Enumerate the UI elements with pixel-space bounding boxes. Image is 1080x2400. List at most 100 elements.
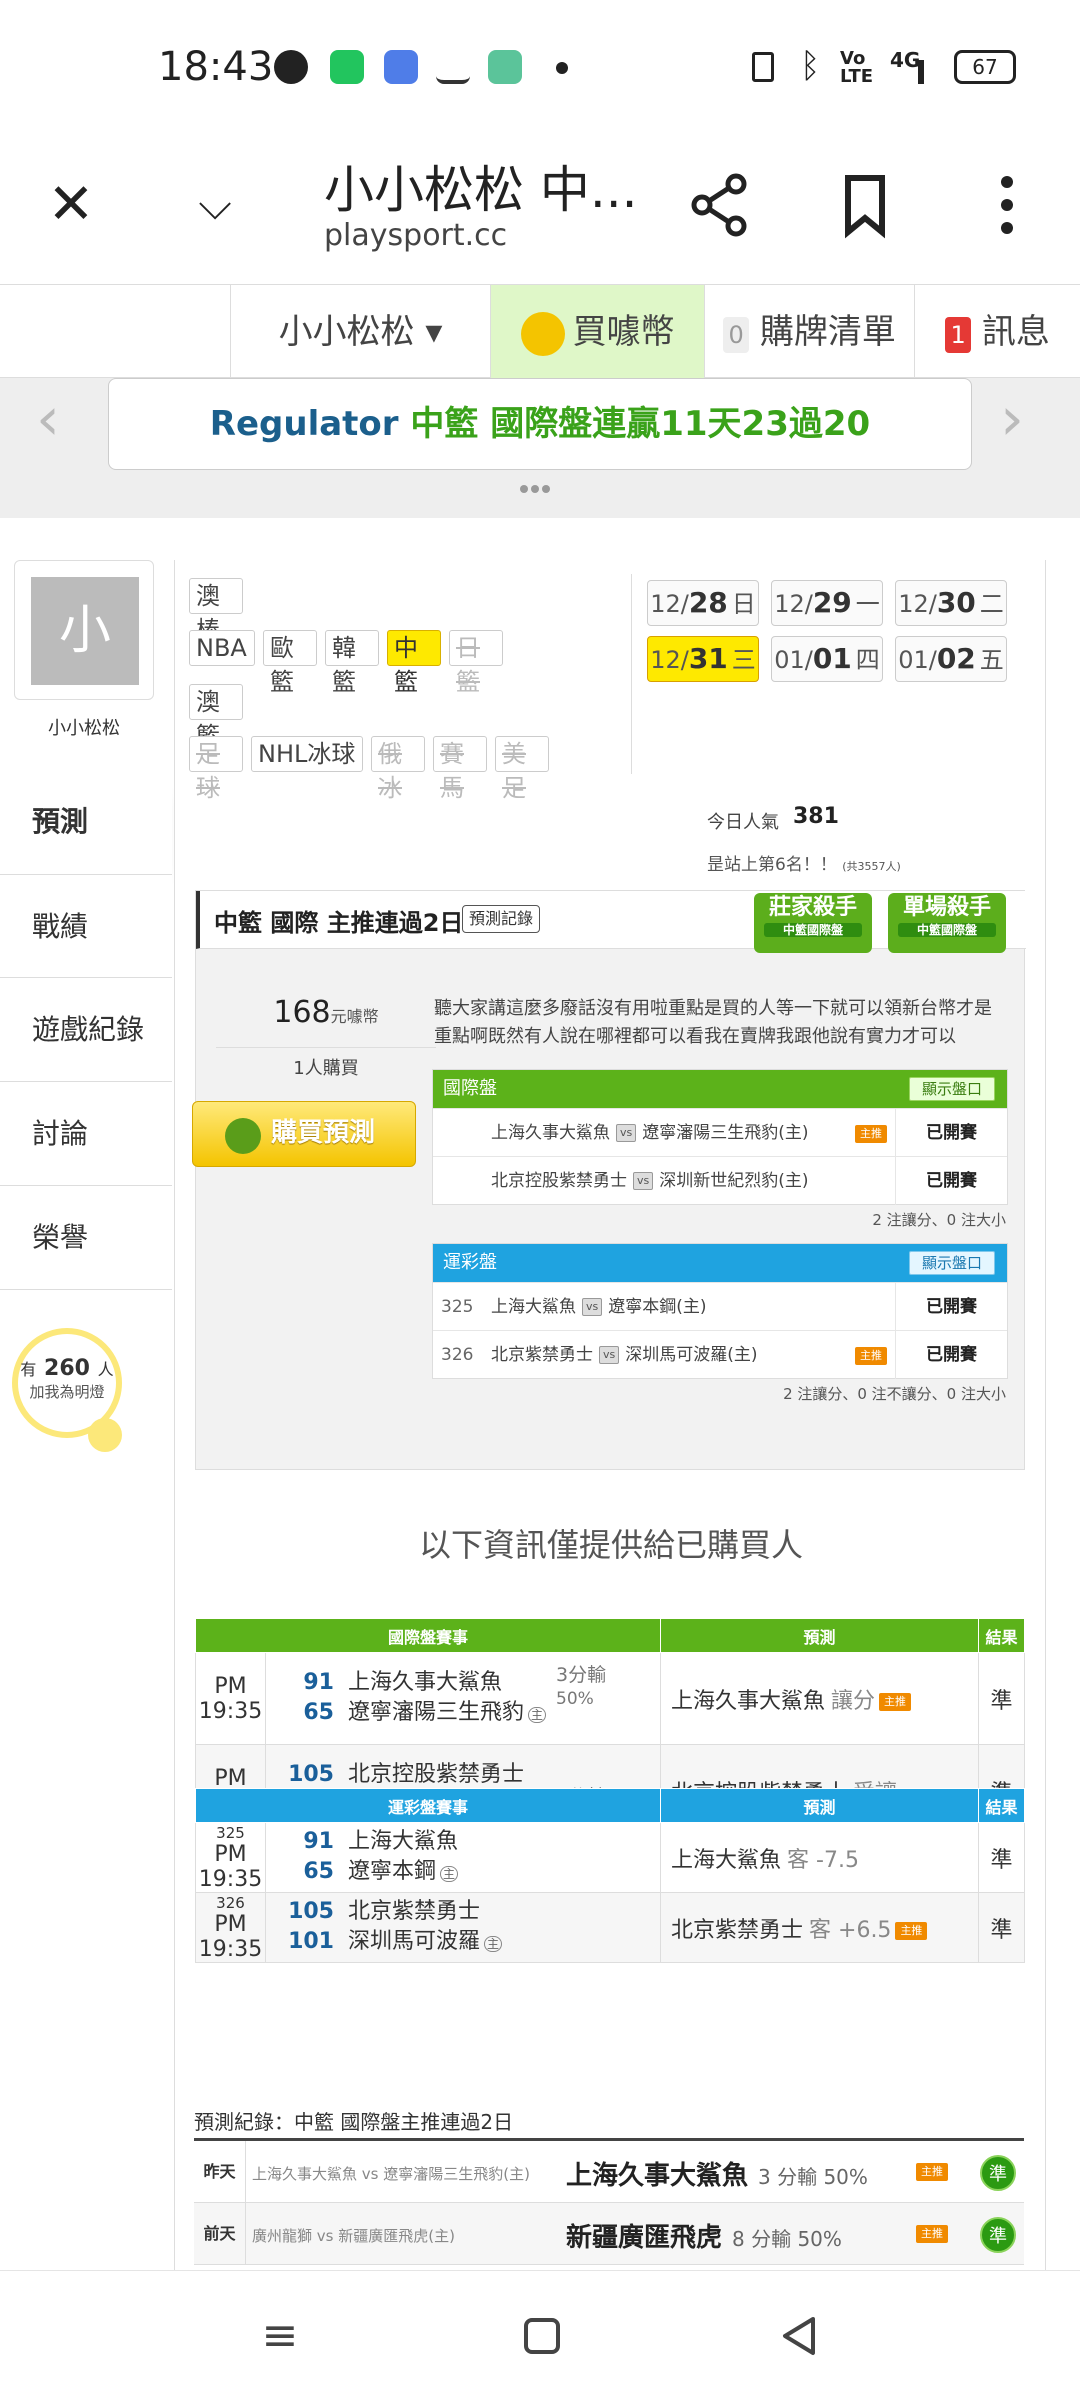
vs-icon: vs (616, 1124, 637, 1142)
game-score-cell: 105 北京紫禁勇士 101 深圳馬可波羅主 (265, 1892, 661, 1963)
date-chip[interactable]: 12/30 二 (895, 580, 1007, 626)
fans-sub: 加我為明燈 (29, 1383, 105, 1401)
league-chip[interactable]: 歐籃 (263, 630, 317, 696)
away-team: 深圳馬可波羅(主) (625, 1345, 758, 1365)
intl-show-odds-button[interactable]: 顯示盤口 (908, 1077, 995, 1101)
league-chip[interactable]: 中籃 (387, 630, 441, 696)
chevron-down-icon[interactable]: ⌵ (180, 170, 250, 240)
home-team: 北京控股紫禁勇士 (491, 1171, 627, 1191)
battery-icon: 67 (954, 50, 1016, 84)
prediction-cell: 上海大鯊魚客 -7.5 (660, 1822, 979, 1893)
back-triangle-icon[interactable] (770, 2311, 830, 2361)
chart-app-icon (436, 50, 470, 84)
buy-prediction-button[interactable]: 購買預測 (192, 1101, 416, 1167)
more-vert-icon[interactable] (972, 170, 1042, 240)
history-day: 昨天 (194, 2141, 246, 2203)
follow-lamp-button[interactable]: 有 260 人 加我為明燈 (12, 1328, 122, 1452)
prediction-panel: 中籃 國際 主推連過2日 預測記錄 莊家殺手 中籃國際盤 單場殺手 中籃國際盤 16… (192, 890, 1026, 1470)
date-month: 12/ (650, 590, 689, 618)
prediction-cell: 上海久事大鯊魚 讓分 主推 (660, 1652, 979, 1745)
league-chip[interactable]: 日籃 (449, 630, 503, 696)
sidebar-item-game-log[interactable]: 遊戲紀錄 (0, 978, 172, 1082)
history-pick-team: 上海久事大鯊魚 (566, 2161, 749, 2191)
history-match: 廣州龍獅 vs 新疆廣匯飛虎(主) (252, 2227, 455, 2245)
game-number: 326 (441, 1345, 474, 1365)
messages-button[interactable]: 1 訊息 (914, 285, 1080, 379)
team-name: 深圳馬可波羅 (348, 1928, 481, 1954)
history-list: 昨天 上海久事大鯊魚 vs 遼寧瀋陽三生飛豹(主) 上海久事大鯊魚 3 分輸 50% 主… (194, 2138, 1024, 2265)
league-chip[interactable]: 美足 (495, 736, 549, 802)
chevron-left-icon[interactable]: ‹ (36, 384, 60, 454)
page-title: 小小松松 中... (324, 161, 638, 219)
fans-line: 有 260 人 (18, 1356, 116, 1381)
date-chip[interactable]: 01/02 五 (895, 636, 1007, 682)
panel-title: 中籃 國際 主推連過2日 (214, 909, 464, 937)
league-chip[interactable]: NBA (189, 630, 255, 666)
coin-icon (225, 1118, 261, 1154)
league-chip[interactable]: 澳棒 (189, 578, 243, 644)
list-item[interactable]: 昨天 上海久事大鯊魚 vs 遼寧瀋陽三生飛豹(主) 上海久事大鯊魚 3 分輸 50% 主… (194, 2141, 1024, 2203)
home-square-icon[interactable] (512, 2311, 572, 2361)
date-weekday: 四 (855, 646, 880, 674)
carousel-dots (520, 478, 560, 493)
banner-headline[interactable]: Regulator 中籃 國際盤連贏11天23過20 (108, 378, 972, 470)
cart-count: 0 (723, 317, 750, 353)
user-menu[interactable]: 小小松松 ▾ (230, 285, 490, 379)
date-chip[interactable]: 12/29 一 (771, 580, 883, 626)
panel-header: 中籃 國際 主推連過2日 預測記錄 莊家殺手 中籃國際盤 單場殺手 中籃國際盤 (196, 891, 1026, 953)
signal-icon (892, 60, 924, 84)
sidebar-item-honor[interactable]: 榮譽 (0, 1186, 172, 1290)
chevron-right-icon[interactable]: › (1000, 384, 1024, 454)
league-chip[interactable]: 俄冰 (371, 736, 425, 802)
history-line: 3 分輸 50% (758, 2165, 868, 2189)
dot-icon (556, 62, 568, 74)
game-status: 已開賽 (895, 1283, 1007, 1331)
date-chip[interactable]: 12/31 三 (647, 636, 759, 682)
date-day: 29 (812, 586, 852, 619)
sidebar-item-predict[interactable]: 預測 (0, 770, 172, 874)
share-icon[interactable] (686, 170, 756, 240)
game-time-cell: 326 PM 19:35 (195, 1892, 266, 1963)
date-weekday: 二 (979, 590, 1004, 618)
bookmark-icon[interactable] (830, 170, 900, 240)
rank-text: 昰站上第6名！！ (共3557人) (707, 850, 901, 875)
messages-label: 訊息 (981, 312, 1050, 352)
date-month: 01/ (898, 646, 937, 674)
lottery-show-odds-button[interactable]: 顯示盤口 (908, 1251, 995, 1275)
message-count: 1 (945, 317, 972, 353)
sidebar-item-discussion[interactable]: 討論 (0, 1082, 172, 1186)
cart-button[interactable]: 0 購牌清單 (704, 285, 914, 379)
league-chip[interactable]: 澳籃 (189, 684, 243, 750)
history-pick: 上海久事大鯊魚 3 分輸 50% (566, 2155, 868, 2192)
badge1-label: 莊家殺手 (768, 895, 857, 920)
home-team: 上海久事大鯊魚 (491, 1123, 610, 1143)
score: 101 (288, 1928, 334, 1954)
sidebar-item-record[interactable]: 戰績 (0, 874, 172, 978)
league-chip[interactable]: 足球 (189, 736, 243, 802)
list-item[interactable]: 前天 廣州龍獅 vs 新疆廣匯飛虎(主) 新疆廣匯飛虎 8 分輸 50% 主推 準 (194, 2203, 1024, 2265)
line-percent: 50% (556, 1689, 594, 1709)
home-team: 上海大鯊魚 (491, 1297, 576, 1317)
table-header: 國際盤賽事 預測 結果 (195, 1618, 1025, 1653)
record-button[interactable]: 預測記錄 (462, 905, 541, 933)
home-team: 北京紫禁勇士 (491, 1345, 593, 1365)
date-day: 02 (936, 642, 976, 675)
league-chip[interactable]: 賽馬 (433, 736, 487, 802)
prediction-cell: 北京紫禁勇士客 +6.5 主推 (660, 1892, 979, 1963)
avatar-frame[interactable]: 小 (14, 560, 154, 700)
buy-coins-button[interactable]: 買噱幣 (490, 285, 704, 379)
date-chip[interactable]: 12/28 日 (647, 580, 759, 626)
league-chip[interactable]: 韓籃 (325, 630, 379, 696)
game-row: 325 上海大鯊魚 vs 遼寧本鋼(主) 已開賽 (433, 1282, 1007, 1331)
date-month: 12/ (898, 590, 937, 618)
menu-icon[interactable]: ≡ (250, 2311, 310, 2361)
intl-game-rows: 上海久事大鯊魚 vs 遼寧瀋陽三生飛豹(主) 主推 已開賽 北京控股紫禁勇士 vs 深圳新世紀… (433, 1108, 1007, 1205)
line-app-icon (274, 50, 308, 84)
history-day: 前天 (194, 2203, 246, 2265)
league-chip[interactable]: NHL冰球 (251, 736, 363, 772)
date-month: 01/ (774, 646, 813, 674)
close-icon[interactable]: ✕ (36, 170, 106, 240)
app-green-icon (330, 50, 364, 84)
date-chip[interactable]: 01/01 四 (771, 636, 883, 682)
host-badge: 主 (484, 1935, 503, 1952)
